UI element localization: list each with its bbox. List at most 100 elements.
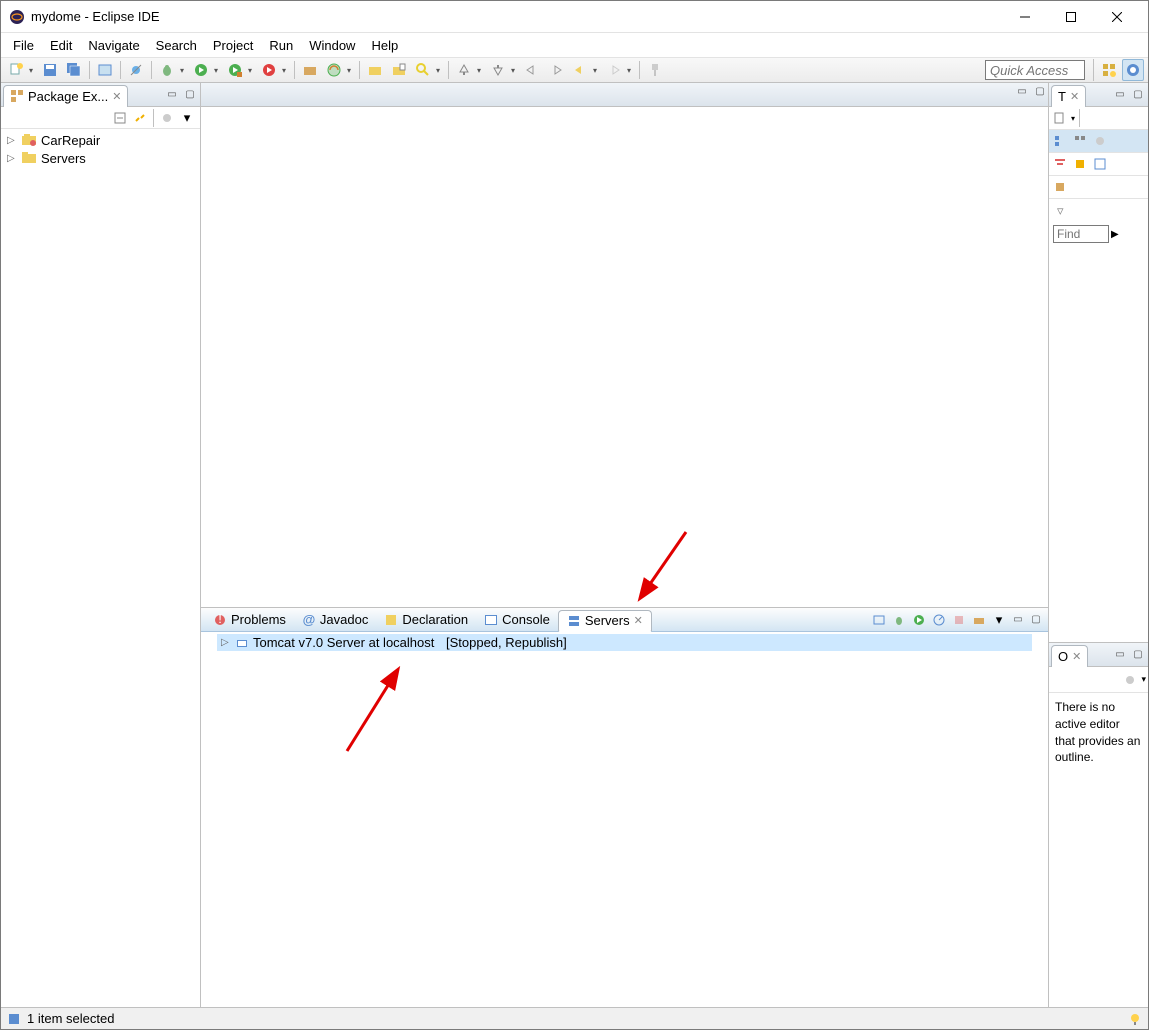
close-icon[interactable]: ✕ xyxy=(634,614,643,627)
minimize-view-icon[interactable]: ▭ xyxy=(1010,612,1026,628)
new-icon[interactable] xyxy=(5,59,27,81)
skip-breakpoints-icon[interactable] xyxy=(125,59,147,81)
filter-icon[interactable] xyxy=(1051,155,1069,173)
run-last-icon[interactable] xyxy=(224,59,246,81)
menu-project[interactable]: Project xyxy=(205,33,261,57)
link-icon[interactable] xyxy=(870,611,888,629)
toggle-breakpoint-icon[interactable] xyxy=(94,59,116,81)
stop-server-icon[interactable] xyxy=(950,611,968,629)
menu-window[interactable]: Window xyxy=(301,33,363,57)
tab-servers[interactable]: Servers ✕ xyxy=(558,610,652,632)
maximize-button[interactable] xyxy=(1048,2,1094,32)
view-menu-icon[interactable]: ▾ xyxy=(178,109,196,127)
close-icon[interactable]: ✕ xyxy=(1070,90,1079,103)
maximize-view-icon[interactable]: ▢ xyxy=(1130,647,1146,663)
pin-icon[interactable] xyxy=(644,59,666,81)
package-tree[interactable]: ▷ CarRepair ▷ Servers xyxy=(1,129,200,1007)
close-icon[interactable]: ✕ xyxy=(1072,650,1081,663)
back-icon[interactable] xyxy=(569,59,591,81)
new-class-icon[interactable] xyxy=(323,59,345,81)
quick-access[interactable] xyxy=(985,60,1085,80)
quick-access-input[interactable] xyxy=(985,60,1085,80)
minimize-button[interactable] xyxy=(1002,2,1048,32)
open-type-icon[interactable] xyxy=(364,59,386,81)
outline-focus-icon[interactable] xyxy=(1121,671,1139,689)
focus-icon[interactable] xyxy=(1091,132,1109,150)
external-tools-icon[interactable] xyxy=(258,59,280,81)
find-next-icon[interactable]: ▶ xyxy=(1111,229,1119,240)
dropdown-icon[interactable]: ▾ xyxy=(436,66,444,75)
menu-edit[interactable]: Edit xyxy=(42,33,80,57)
save-all-icon[interactable] xyxy=(63,59,85,81)
open-perspective-icon[interactable] xyxy=(1098,59,1120,81)
prev-edit-icon[interactable] xyxy=(521,59,543,81)
servers-body[interactable]: ▷ Tomcat v7.0 Server at localhost [Stopp… xyxy=(201,632,1048,1007)
tab-problems[interactable]: ! Problems xyxy=(205,608,294,632)
dropdown-icon[interactable]: ▾ xyxy=(29,66,37,75)
minimize-view-icon[interactable]: ▭ xyxy=(1112,647,1128,663)
collapse-icon[interactable] xyxy=(1091,155,1109,173)
minimize-view-icon[interactable]: ▭ xyxy=(164,87,180,103)
run-icon[interactable] xyxy=(190,59,212,81)
save-icon[interactable] xyxy=(39,59,61,81)
start-server-icon[interactable] xyxy=(910,611,928,629)
dropdown-icon[interactable]: ▾ xyxy=(511,66,519,75)
scheduled-icon[interactable] xyxy=(1071,132,1089,150)
tree-item-carrepair[interactable]: ▷ CarRepair xyxy=(1,131,200,149)
focus-task-icon[interactable] xyxy=(158,109,176,127)
server-entry[interactable]: ▷ Tomcat v7.0 Server at localhost [Stopp… xyxy=(217,634,1032,651)
maximize-view-icon[interactable]: ▢ xyxy=(182,87,198,103)
dropdown-icon[interactable]: ▾ xyxy=(347,66,355,75)
profile-server-icon[interactable] xyxy=(930,611,948,629)
maximize-view-icon[interactable]: ▢ xyxy=(1130,87,1146,103)
debug-server-icon[interactable] xyxy=(890,611,908,629)
expand-icon[interactable]: ▷ xyxy=(7,135,17,146)
menu-file[interactable]: File xyxy=(5,33,42,57)
tab-javadoc[interactable]: @ Javadoc xyxy=(294,608,376,632)
dropdown-icon[interactable]: ▾ xyxy=(180,66,188,75)
sync-icon[interactable] xyxy=(1051,178,1069,196)
prev-annotation-icon[interactable] xyxy=(453,59,475,81)
menu-help[interactable]: Help xyxy=(363,33,406,57)
outline-tab[interactable]: O ✕ xyxy=(1051,645,1088,667)
java-ee-perspective-icon[interactable] xyxy=(1122,59,1144,81)
tab-console[interactable]: Console xyxy=(476,608,558,632)
tree-item-servers[interactable]: ▷ Servers xyxy=(1,149,200,167)
expand-icon[interactable]: ▷ xyxy=(7,153,17,164)
forward-icon[interactable] xyxy=(603,59,625,81)
dropdown-icon[interactable]: ▾ xyxy=(627,66,635,75)
view-menu-icon[interactable]: ▾ xyxy=(1141,674,1146,685)
expand-icon[interactable]: ▷ xyxy=(221,637,231,648)
next-annotation-icon[interactable] xyxy=(487,59,509,81)
view-menu-icon[interactable]: ▾ xyxy=(990,611,1008,629)
view-menu-icon[interactable]: ▿ xyxy=(1049,199,1148,223)
new-package-icon[interactable] xyxy=(299,59,321,81)
collapse-all-icon[interactable] xyxy=(111,109,129,127)
minimize-view-icon[interactable]: ▭ xyxy=(1112,87,1128,103)
dropdown-icon[interactable]: ▾ xyxy=(1071,114,1075,123)
maximize-view-icon[interactable]: ▢ xyxy=(1028,612,1044,628)
open-task-icon[interactable] xyxy=(388,59,410,81)
search-icon[interactable] xyxy=(412,59,434,81)
categorized-icon[interactable] xyxy=(1051,132,1069,150)
link-editor-icon[interactable] xyxy=(131,109,149,127)
tab-declaration[interactable]: Declaration xyxy=(376,608,476,632)
dropdown-icon[interactable]: ▾ xyxy=(477,66,485,75)
package-explorer-tab[interactable]: Package Ex... ✕ xyxy=(3,85,128,107)
maximize-editor-icon[interactable]: ▢ xyxy=(1032,83,1048,99)
dropdown-icon[interactable]: ▾ xyxy=(248,66,256,75)
hide-icon[interactable] xyxy=(1071,155,1089,173)
dropdown-icon[interactable]: ▾ xyxy=(214,66,222,75)
close-button[interactable] xyxy=(1094,2,1140,32)
debug-icon[interactable] xyxy=(156,59,178,81)
dropdown-icon[interactable]: ▾ xyxy=(593,66,601,75)
menu-navigate[interactable]: Navigate xyxy=(80,33,147,57)
publish-server-icon[interactable] xyxy=(970,611,988,629)
menu-run[interactable]: Run xyxy=(261,33,301,57)
new-task-icon[interactable] xyxy=(1051,109,1069,127)
find-input[interactable] xyxy=(1053,225,1109,243)
dropdown-icon[interactable]: ▾ xyxy=(282,66,290,75)
minimize-editor-icon[interactable]: ▭ xyxy=(1014,83,1030,99)
menu-search[interactable]: Search xyxy=(148,33,205,57)
close-icon[interactable]: ✕ xyxy=(112,90,121,103)
